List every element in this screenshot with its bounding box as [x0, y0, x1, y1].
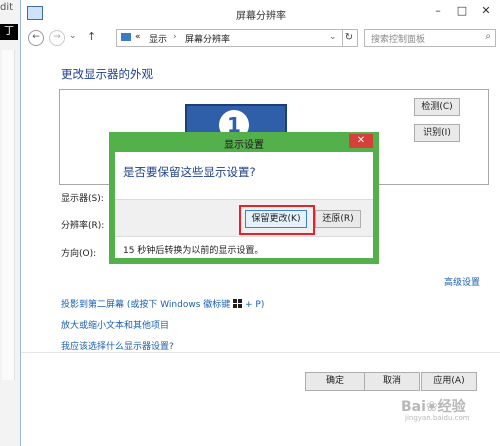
- display-label: 显示器(S):: [61, 194, 104, 204]
- dialog-button-row: 保留更改(K) 还原(R): [115, 199, 373, 237]
- address-dropdown-icon[interactable]: ⌄: [329, 32, 337, 42]
- ok-button[interactable]: 确定: [305, 372, 365, 391]
- dialog-body: 是否要保留这些显示设置? 保留更改(K) 还原(R) 15 秒钟后转换为以前的显…: [115, 152, 373, 258]
- background-window-strip: dit 丁: [0, 0, 20, 446]
- countdown-note: 15 秒钟后转换为以前的显示设置。: [123, 246, 264, 256]
- orientation-label: 方向(O):: [61, 249, 97, 259]
- forward-button[interactable]: →: [49, 30, 65, 46]
- close-window-button[interactable]: ✕: [475, 2, 497, 20]
- breadcrumb-overflow[interactable]: «: [135, 32, 141, 42]
- watermark-text: Bai❀经验: [401, 399, 466, 415]
- keep-changes-button[interactable]: 保留更改(K): [245, 210, 307, 228]
- resolution-label: 分辨率(R):: [61, 221, 105, 231]
- apply-button[interactable]: 应用(A): [421, 372, 477, 391]
- search-box[interactable]: 搜索控制面板 ⌕: [364, 29, 496, 47]
- revert-button[interactable]: 还原(R): [315, 210, 361, 228]
- navigation-bar: ← → ⌄ ↑ « 显示 › 屏幕分辨率 ⌄ ↻ 搜索控制面板 ⌕: [21, 26, 500, 50]
- dialog-question: 是否要保留这些显示设置?: [123, 165, 256, 179]
- refresh-button[interactable]: ↻: [341, 29, 358, 47]
- dialog-title: 显示设置: [224, 140, 264, 151]
- project-link-suffix: + P): [242, 300, 265, 310]
- history-dropdown-icon[interactable]: ⌄: [69, 31, 77, 41]
- advanced-settings-link[interactable]: 高级设置: [444, 275, 480, 288]
- back-button[interactable]: ←: [28, 30, 44, 46]
- background-badge: 丁: [0, 24, 18, 40]
- cancel-button[interactable]: 取消: [364, 372, 420, 391]
- watermark-url: jingyan.baidu.com: [405, 414, 470, 422]
- identify-button[interactable]: 识别(I): [414, 124, 460, 142]
- maximize-button[interactable]: □: [451, 2, 473, 20]
- detect-button[interactable]: 检测(C): [414, 98, 460, 116]
- address-bar[interactable]: « 显示 › 屏幕分辨率 ⌄: [116, 29, 343, 47]
- background-text: dit: [0, 2, 14, 13]
- display-help-link[interactable]: 我应该选择什么显示器设置?: [61, 339, 174, 352]
- search-icon[interactable]: ⌕: [485, 31, 491, 42]
- breadcrumb-screen-resolution[interactable]: 屏幕分辨率: [185, 32, 230, 45]
- dialog-close-button[interactable]: ✕: [349, 134, 373, 148]
- title-bar[interactable]: 屏幕分辨率 – □ ✕: [21, 0, 500, 26]
- text-size-link[interactable]: 放大或缩小文本和其他项目: [61, 318, 169, 331]
- breadcrumb-display[interactable]: 显示: [149, 32, 167, 45]
- project-second-screen-link[interactable]: 投影到第二屏幕 (或按下 Windows 徽标键 + P): [61, 297, 264, 310]
- search-input[interactable]: 搜索控制面板: [371, 32, 425, 45]
- minimize-button[interactable]: –: [427, 2, 449, 20]
- control-panel-icon: [121, 33, 131, 41]
- display-settings-dialog: 显示设置 ✕ 是否要保留这些显示设置? 保留更改(K) 还原(R) 15 秒钟后…: [109, 132, 379, 264]
- up-button[interactable]: ↑: [87, 30, 96, 43]
- page-heading: 更改显示器的外观: [61, 67, 153, 81]
- footer-divider: [21, 352, 500, 353]
- project-link-text: 投影到第二屏幕 (或按下 Windows 徽标键: [61, 300, 234, 310]
- screen-resolution-window: 屏幕分辨率 – □ ✕ ← → ⌄ ↑ « 显示 › 屏幕分辨率 ⌄ ↻ 搜索控…: [20, 0, 500, 446]
- windows-logo-icon: [233, 299, 243, 308]
- background-panel: [2, 50, 15, 380]
- breadcrumb-separator: ›: [173, 32, 177, 42]
- watermark-logo: Bai❀经验 jingyan.baidu.com: [401, 396, 470, 422]
